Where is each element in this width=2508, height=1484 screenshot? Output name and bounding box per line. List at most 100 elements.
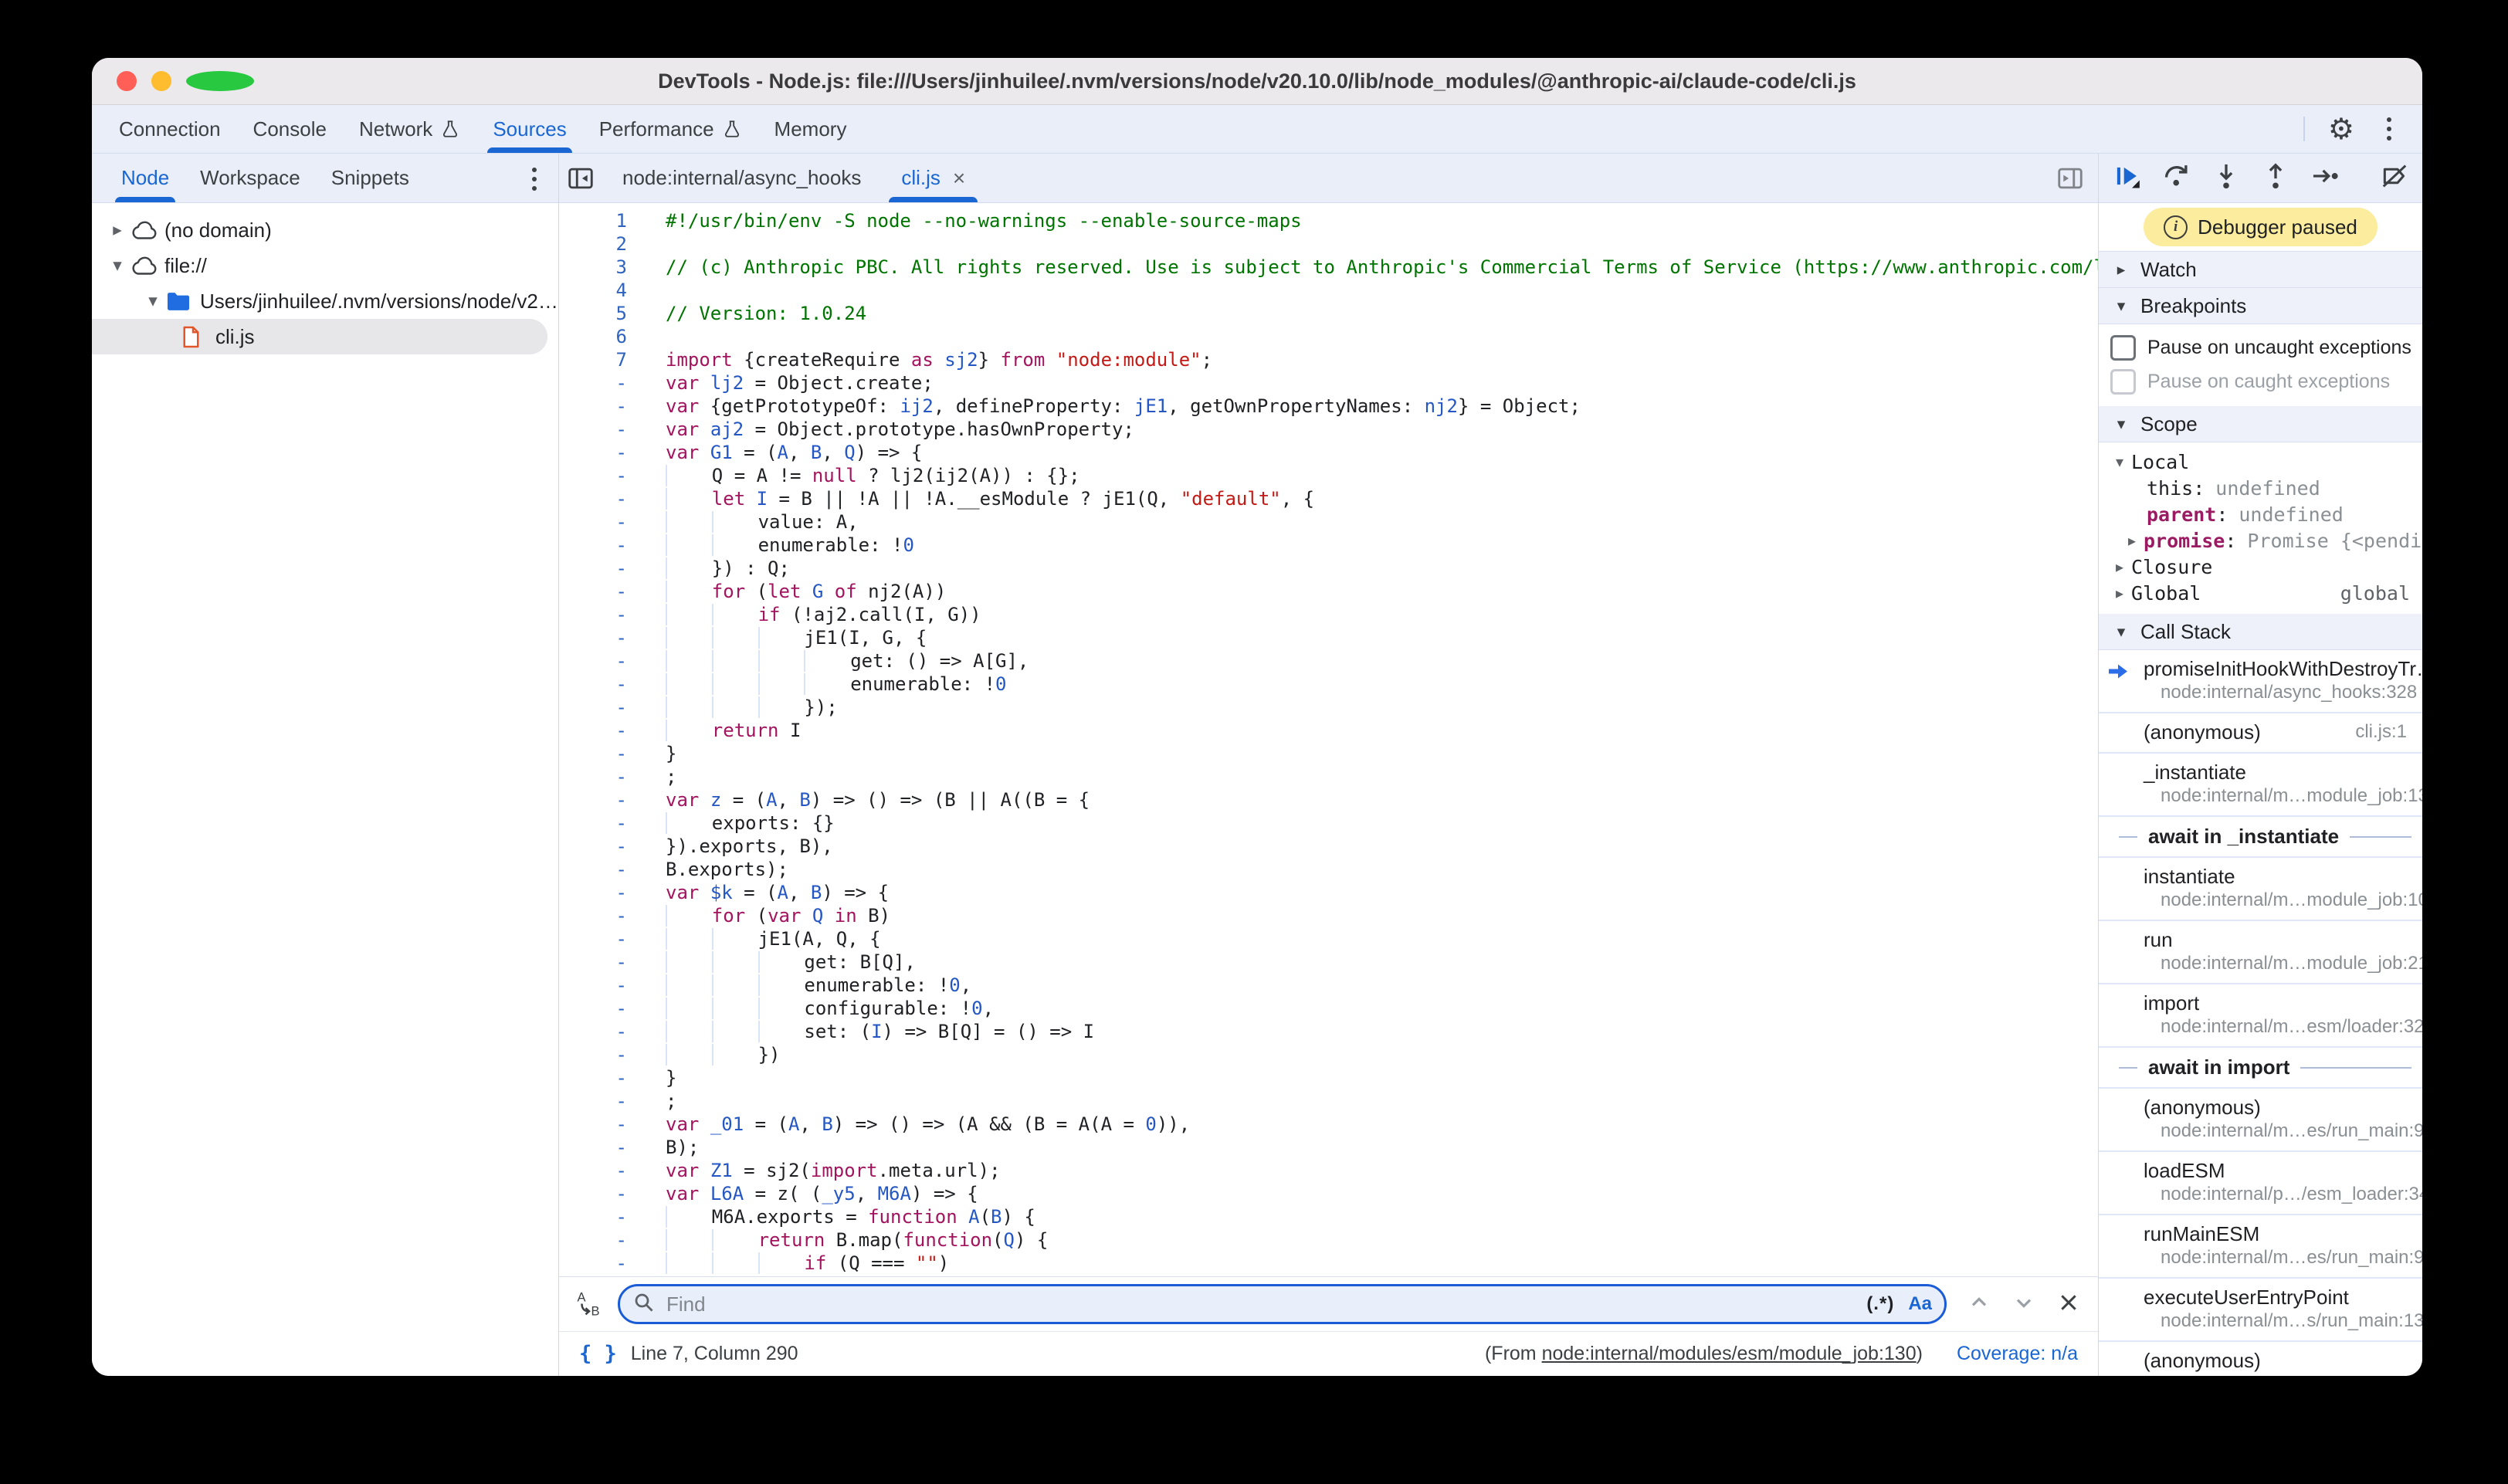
call-stack-frame[interactable]: (anonymous)node:internal/m…es/run_main:9… <box>2099 1089 2422 1152</box>
gutter-line-number[interactable]: - <box>559 788 627 811</box>
gutter-line-number[interactable]: - <box>559 603 627 626</box>
call-stack-frame[interactable]: instantiatenode:internal/m…module_job:10… <box>2099 858 2422 921</box>
zoom-window-button[interactable] <box>186 71 254 91</box>
chevron-down-icon[interactable]: ▾ <box>104 256 130 276</box>
gutter-line-number[interactable]: - <box>559 904 627 927</box>
format-icon[interactable]: { } <box>579 1342 617 1366</box>
gutter-line-number[interactable]: - <box>559 1089 627 1113</box>
tab-console[interactable]: Console <box>237 105 343 153</box>
tab-connection[interactable]: Connection <box>103 105 237 153</box>
gutter-line-number[interactable]: - <box>559 835 627 858</box>
more-options-kebab-icon[interactable] <box>2378 105 2401 153</box>
gutter-line-number[interactable]: - <box>559 811 627 835</box>
gutter-line-number[interactable]: 7 <box>559 348 627 371</box>
call-stack-frame[interactable]: (anonymous)cli.js:1 <box>2099 713 2422 754</box>
navigator-tab-node[interactable]: Node <box>106 154 185 202</box>
gutter-line-number[interactable]: 1 <box>559 209 627 232</box>
section-breakpoints[interactable]: ▾ Breakpoints <box>2099 288 2422 324</box>
gutter-line-number[interactable]: - <box>559 510 627 534</box>
gutter-line-number[interactable]: - <box>559 464 627 487</box>
settings-gear-icon[interactable]: ⚙ <box>2328 114 2354 144</box>
gutter-line-number[interactable]: - <box>559 1066 627 1089</box>
checkbox[interactable] <box>2110 369 2136 395</box>
chevron-down-icon[interactable]: ▾ <box>140 291 166 311</box>
gutter-line-number[interactable]: - <box>559 649 627 673</box>
deactivate-breakpoints-icon[interactable] <box>2380 161 2409 195</box>
navigator-tab-snippets[interactable]: Snippets <box>316 154 425 202</box>
call-stack-frame[interactable]: importnode:internal/m…esm/loader:329 <box>2099 984 2422 1048</box>
gutter-line-number[interactable]: - <box>559 1228 627 1252</box>
breakpoint-option[interactable]: Pause on caught exceptions <box>2099 364 2422 398</box>
collapse-navigator-icon[interactable] <box>559 154 602 202</box>
scope-group[interactable]: ▸Globalglobal <box>2099 580 2422 606</box>
scope-group[interactable]: ▸Closure <box>2099 554 2422 580</box>
tree-item[interactable]: ▾Users/jinhuilee/.nvm/versions/node/v2… <box>92 283 558 319</box>
tab-close-icon[interactable]: × <box>953 166 965 191</box>
gutter-line-number[interactable]: - <box>559 441 627 464</box>
gutter-line-number[interactable]: - <box>559 696 627 719</box>
gutter-line-number[interactable]: - <box>559 1252 627 1275</box>
gutter-line-number[interactable]: - <box>559 395 627 418</box>
gutter-line-number[interactable]: - <box>559 371 627 395</box>
close-find-icon[interactable] <box>2056 1290 2081 1319</box>
gutter-line-number[interactable]: - <box>559 1205 627 1228</box>
match-case-toggle[interactable]: Aa <box>1908 1293 1932 1315</box>
step-over-icon[interactable] <box>2162 161 2191 195</box>
call-stack-frame[interactable]: _instantiatenode:internal/m…module_job:1… <box>2099 754 2422 817</box>
gutter-line-number[interactable]: - <box>559 534 627 557</box>
gutter-line-number[interactable]: - <box>559 858 627 881</box>
find-previous-icon[interactable] <box>1967 1290 1991 1319</box>
chevron-right-icon[interactable]: ▸ <box>2108 557 2131 576</box>
gutter-line-number[interactable]: - <box>559 1182 627 1205</box>
gutter-line-number[interactable]: - <box>559 1043 627 1066</box>
gutter-line-number[interactable]: - <box>559 418 627 441</box>
chevron-right-icon[interactable]: ▸ <box>2108 584 2131 602</box>
gutter-line-number[interactable]: - <box>559 765 627 788</box>
step-out-icon[interactable] <box>2261 161 2290 195</box>
checkbox[interactable] <box>2110 335 2136 361</box>
tree-item[interactable]: ▾file:// <box>92 248 558 283</box>
chevron-right-icon[interactable]: ▸ <box>2120 531 2144 550</box>
resume-script-icon[interactable] <box>2113 161 2142 195</box>
gutter-line-number[interactable]: 3 <box>559 256 627 279</box>
editor-tab-node-internal-async-hooks[interactable]: node:internal/async_hooks <box>602 154 881 202</box>
chevron-right-icon[interactable]: ▸ <box>104 220 130 240</box>
source-map-link[interactable]: node:internal/modules/esm/module_job:130 <box>1542 1343 1917 1364</box>
minimize-window-button[interactable] <box>151 71 171 91</box>
gutter-line-number[interactable]: - <box>559 580 627 603</box>
tab-sources[interactable]: Sources <box>476 105 582 153</box>
call-stack-frame[interactable]: runnode:internal/m…module_job:214 <box>2099 921 2422 984</box>
tab-performance[interactable]: Performance <box>583 105 758 153</box>
section-watch[interactable]: ▸ Watch <box>2099 251 2422 288</box>
gutter-line-number[interactable]: - <box>559 927 627 950</box>
call-stack-frame[interactable]: (anonymous)node:internal/m…main_module:2 <box>2099 1342 2422 1376</box>
gutter-line-number[interactable]: - <box>559 950 627 974</box>
gutter-line-number[interactable]: - <box>559 626 627 649</box>
call-stack-frame[interactable]: loadESMnode:internal/p…/esm_loader:34 <box>2099 1152 2422 1215</box>
gutter-line-number[interactable]: - <box>559 557 627 580</box>
chevron-down-icon[interactable]: ▾ <box>2108 452 2131 471</box>
navigator-tab-workspace[interactable]: Workspace <box>185 154 316 202</box>
find-next-icon[interactable] <box>2011 1290 2036 1319</box>
gutter-line-number[interactable]: - <box>559 1020 627 1043</box>
navigator-kebab-icon[interactable] <box>523 171 546 185</box>
gutter-line-number[interactable]: - <box>559 719 627 742</box>
gutter-line-number[interactable]: 4 <box>559 279 627 302</box>
gutter-line-number[interactable]: - <box>559 487 627 510</box>
replace-toggle-icon[interactable]: AB <box>576 1289 604 1320</box>
step-icon[interactable] <box>2310 161 2340 195</box>
tab-network[interactable]: Network <box>343 105 476 153</box>
gutter-line-number[interactable]: 6 <box>559 325 627 348</box>
gutter-line-number[interactable]: - <box>559 673 627 696</box>
tab-memory[interactable]: Memory <box>758 105 863 153</box>
find-input[interactable] <box>665 1292 1857 1317</box>
tree-item[interactable]: cli.js <box>92 319 547 354</box>
call-stack-frame[interactable]: executeUserEntryPointnode:internal/m…s/r… <box>2099 1279 2422 1342</box>
section-scope[interactable]: ▾ Scope <box>2099 406 2422 442</box>
section-call-stack[interactable]: ▾ Call Stack <box>2099 614 2422 650</box>
close-window-button[interactable] <box>117 71 137 91</box>
gutter-line-number[interactable]: 2 <box>559 232 627 256</box>
tree-item[interactable]: ▸(no domain) <box>92 212 558 248</box>
scope-group[interactable]: ▾Local <box>2099 449 2422 475</box>
gutter-line-number[interactable]: - <box>559 1113 627 1136</box>
